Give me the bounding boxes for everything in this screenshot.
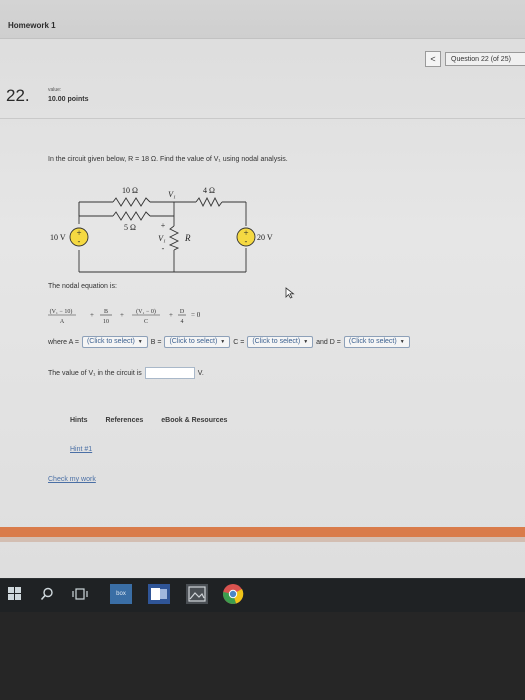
term2-denominator: 10 — [103, 319, 109, 325]
label-4ohm: 4 Ω — [203, 186, 215, 195]
answer-label: The value of V₁ in the circuit is — [48, 369, 142, 377]
term1-numerator: (V₁ − 10) — [50, 308, 73, 315]
select-c-value: (Click to select) — [252, 338, 301, 345]
question-prompt: In the circuit given below, R = 18 Ω. Fi… — [48, 156, 288, 163]
resistor-5ohm — [112, 211, 151, 221]
footer-accent-bar — [0, 527, 525, 537]
footer-accent-strip — [0, 537, 525, 542]
b-label: B = — [150, 338, 162, 346]
windows-start-icon[interactable] — [8, 587, 22, 601]
box-app-icon[interactable]: box — [110, 584, 132, 604]
label-r: R — [184, 233, 191, 243]
select-d-dropdown[interactable]: (Click to select) ▼ — [343, 336, 410, 348]
label-10v: 10 V — [50, 233, 66, 242]
search-icon[interactable] — [40, 587, 54, 601]
tab-ebook-resources[interactable]: eBook & Resources — [161, 417, 227, 424]
term2-numerator: B — [104, 309, 108, 315]
points-value: 10.00 points — [48, 96, 89, 103]
term4-numerator: D — [180, 309, 185, 315]
chevron-down-icon: ▼ — [303, 339, 309, 345]
chevron-down-icon: ▼ — [137, 339, 143, 345]
answer-row: The value of V₁ in the circuit is V. — [48, 367, 204, 379]
select-b-value: (Click to select) — [169, 338, 218, 345]
task-view-icon[interactable] — [72, 587, 88, 601]
windows-taskbar: box — [0, 578, 525, 613]
resistor-10ohm — [112, 197, 151, 207]
label-10ohm: 10 Ω — [122, 186, 138, 195]
browser-screen: Homework 1 < Question 22 (of 25) 22. val… — [0, 0, 525, 580]
value-label: value: — [48, 87, 62, 93]
resource-tabs: Hints References eBook & Resources — [70, 417, 227, 424]
v1-answer-input[interactable] — [144, 367, 195, 379]
question-navigator: < Question 22 (of 25) — [425, 51, 525, 67]
label-20v: 20 V — [257, 233, 273, 242]
select-a-value: (Click to select) — [86, 338, 135, 345]
plus-3: + — [169, 311, 173, 319]
label-5ohm: 5 Ω — [124, 223, 136, 232]
term1-denominator: A — [60, 319, 65, 325]
d-label: and D = — [316, 338, 341, 346]
label-node-v1: V₁ — [168, 190, 176, 199]
question-selector[interactable]: Question 22 (of 25) — [445, 52, 525, 66]
label-v1-minus: - — [162, 244, 165, 253]
assignment-title: Homework 1 — [8, 21, 56, 30]
plus-2: + — [120, 311, 124, 319]
check-my-work-link[interactable]: Check my work — [48, 476, 96, 483]
select-d-value: (Click to select) — [348, 338, 397, 345]
mouse-cursor-icon — [285, 287, 295, 299]
hint-link[interactable]: Hint #1 — [70, 446, 92, 453]
term4-denominator: 4 — [181, 319, 184, 325]
answer-unit: V. — [197, 369, 204, 377]
monitor-bezel — [0, 612, 525, 700]
tab-references[interactable]: References — [106, 417, 144, 424]
term3-numerator: (V₁ − 0) — [136, 308, 156, 315]
question-number: 22. — [6, 86, 30, 105]
tab-hints[interactable]: Hints — [70, 417, 88, 424]
select-a-dropdown[interactable]: (Click to select) ▼ — [81, 336, 148, 348]
label-v1-plus: + — [161, 221, 166, 230]
where-a-label: where A = — [48, 338, 79, 346]
word-app-icon[interactable] — [148, 584, 170, 604]
box-app-label: box — [116, 591, 126, 597]
select-c-dropdown[interactable]: (Click to select) ▼ — [247, 336, 314, 348]
select-b-dropdown[interactable]: (Click to select) ▼ — [164, 336, 231, 348]
divider — [0, 118, 525, 119]
nodal-equation-label: The nodal equation is: — [48, 283, 117, 290]
source-right-minus: - — [245, 237, 248, 246]
plus-1: + — [90, 311, 94, 319]
nodal-equation: (V₁ − 10) A + B 10 + (V₁ − 0) C + D 4 = … — [48, 308, 201, 325]
term3-denominator: C — [144, 319, 148, 325]
label-v1: V₁ — [158, 234, 166, 243]
top-header-bar: Homework 1 — [0, 0, 525, 39]
resistor-4ohm — [195, 196, 223, 208]
c-label: C = — [233, 338, 245, 346]
circuit-diagram: + - + - 10 Ω 5 Ω 4 Ω V₁ + V₁ - R 10 V 20… — [50, 186, 273, 273]
equals-zero: = 0 — [191, 311, 201, 319]
photos-app-icon[interactable] — [186, 584, 208, 604]
resistor-r — [168, 225, 180, 251]
chevron-down-icon: ▼ — [220, 339, 226, 345]
coefficient-selectors: where A = (Click to select) ▼ B = (Click … — [48, 335, 413, 349]
source-left-minus: - — [78, 237, 81, 246]
previous-question-button[interactable]: < — [425, 51, 441, 67]
chrome-app-icon[interactable] — [222, 583, 244, 605]
chevron-down-icon: ▼ — [399, 339, 405, 345]
